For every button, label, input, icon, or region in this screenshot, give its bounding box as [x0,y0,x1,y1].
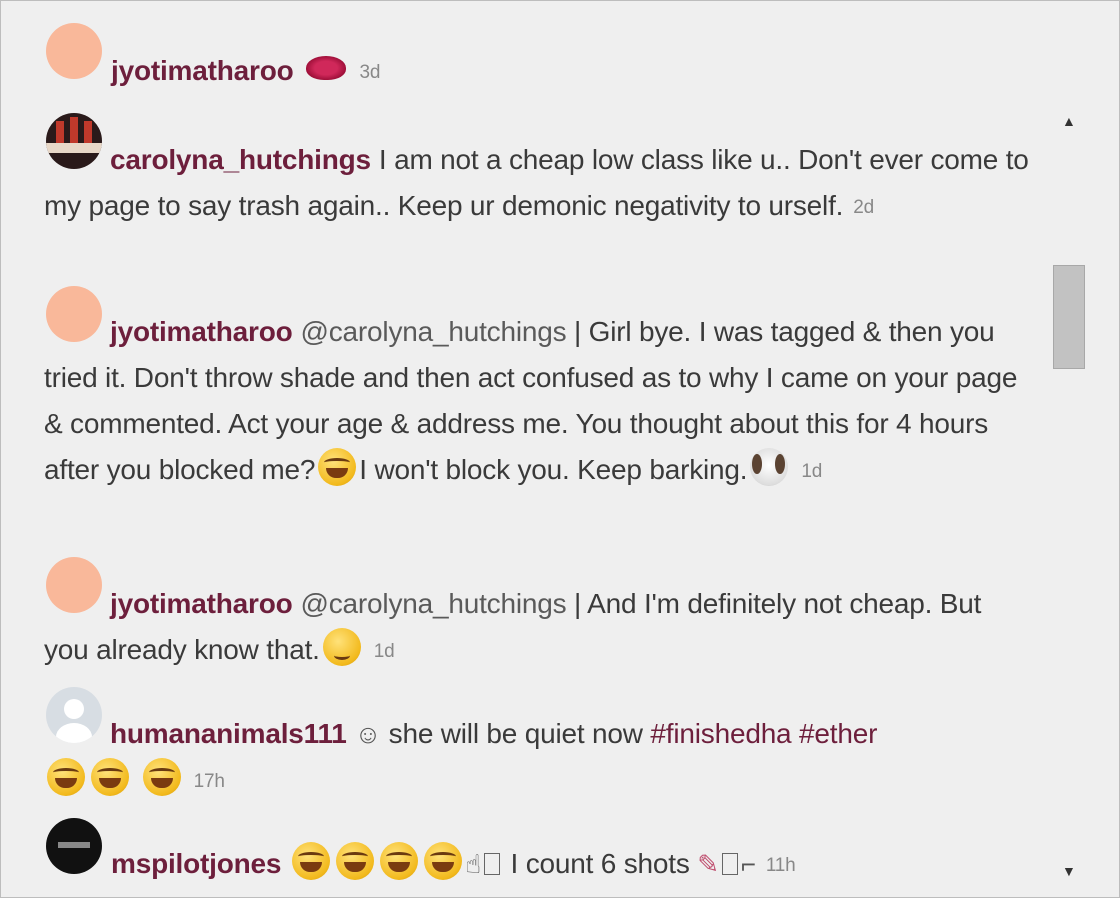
smiley-outline-icon: ☺ [354,719,382,749]
tears-of-joy-emoji-icon [380,842,419,880]
comment-username[interactable]: carolyna_hutchings [110,144,371,175]
pistol-icon: ⌐ [740,849,756,879]
comment-text: I count 6 shots [510,848,690,879]
tears-of-joy-emoji-icon [91,758,129,796]
hashtag[interactable]: #ether [799,718,877,749]
tears-of-joy-emoji-icon [292,842,331,880]
unsupported-glyph-icon [721,853,738,875]
tears-of-joy-emoji-icon [47,758,85,796]
comment-item: humananimals111 ☺ she will be quiet now #… [44,711,1034,805]
comment-username[interactable]: jyotimatharoo [110,316,293,347]
comment-username[interactable]: jyotimatharoo [110,588,293,619]
comment-mention[interactable]: @carolyna_hutchings [301,316,567,347]
comments-feed: jyotimatharoo 3d carolyna_hutchings I am n… [1,1,1051,897]
comment-time: 2d [853,197,874,218]
avatar[interactable] [46,818,102,874]
dog-face-emoji-icon [750,448,789,486]
hashtag[interactable]: #finishedha [650,718,791,749]
comment-username[interactable]: humananimals111 [110,718,347,749]
cocktail-icon: ✎ [697,849,719,879]
avatar[interactable] [46,23,102,79]
scroll-down-arrow-icon[interactable]: ▼ [1062,863,1076,879]
comment-item: jyotimatharoo 3d [111,48,1111,96]
comments-panel: jyotimatharoo 3d carolyna_hutchings I am n… [0,0,1120,898]
pointing-up-hand-icon: ☝ [465,849,481,879]
scroll-up-arrow-icon[interactable]: ▲ [1062,113,1076,129]
tears-of-joy-emoji-icon [318,448,357,486]
comment-text-continued: I won't block you. Keep barking. [359,454,748,485]
comment-username[interactable]: jyotimatharoo [111,55,294,86]
comment-time: 17h [193,771,225,792]
kiss-mark-icon [305,56,346,80]
scrollbar[interactable] [1051,1,1085,897]
tears-of-joy-emoji-icon [424,842,463,880]
comment-time: 1d [373,641,395,662]
avatar-logo-icon [58,842,90,848]
comment-item: jyotimatharoo @carolyna_hutchings | Girl … [44,309,1034,495]
comment-mention[interactable]: @carolyna_hutchings [301,588,567,619]
unsupported-glyph-icon [483,853,500,875]
tears-of-joy-emoji-icon [142,758,181,796]
comment-username[interactable]: mspilotjones [111,848,281,879]
scrollbar-thumb[interactable] [1053,265,1085,369]
tears-of-joy-emoji-icon [336,842,375,880]
comment-time: 1d [801,461,823,482]
comment-time: 3d [359,62,381,83]
comment-text: she will be quiet now [388,718,643,749]
comment-time: 11h [765,855,796,876]
comment-item: jyotimatharoo @carolyna_hutchings | And I… [44,581,994,675]
comment-item: carolyna_hutchings I am not a cheap low c… [44,137,1049,231]
comment-item: mspilotjones ☝ I count 6 shots ✎ ⌐ 11h [111,841,1051,889]
winking-face-emoji-icon [322,628,361,666]
